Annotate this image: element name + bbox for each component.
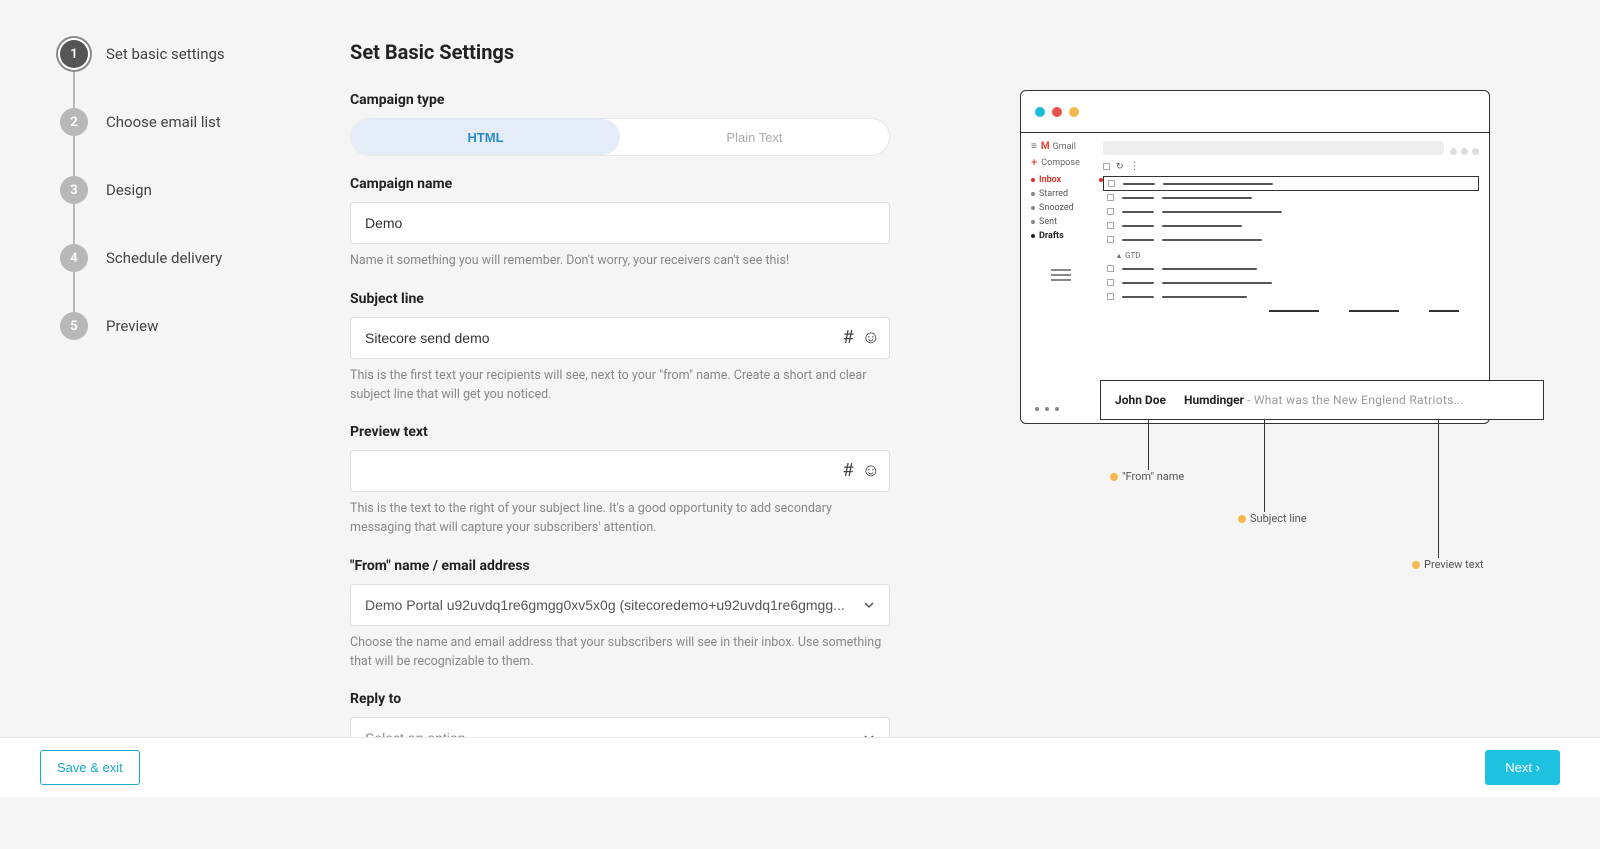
- mock-folder-inbox: Inbox: [1031, 175, 1103, 185]
- mock-email-row: [1103, 176, 1479, 191]
- from-helper: Choose the name and email address that y…: [350, 634, 890, 672]
- from-label: "From" name / email address: [350, 558, 890, 574]
- mock-email-row: [1103, 205, 1479, 219]
- campaign-name-input[interactable]: [350, 202, 890, 244]
- window-dot-icon: [1052, 107, 1062, 117]
- chevron-right-icon: ›: [1536, 760, 1540, 775]
- annotation-line: [1264, 420, 1265, 512]
- mock-window-titlebar: [1021, 91, 1489, 133]
- campaign-type-plain[interactable]: Plain Text: [620, 119, 889, 155]
- preview-text-label: Preview text: [350, 424, 890, 440]
- step-choose-email-list[interactable]: 2 Choose email list: [60, 108, 290, 176]
- mock-gtd-label: ▴GTD: [1117, 251, 1479, 260]
- mock-search-bar: [1103, 141, 1444, 155]
- next-button[interactable]: Next ›: [1485, 750, 1560, 785]
- annotation-preview-text: Preview text: [1412, 558, 1484, 571]
- hash-icon[interactable]: #: [843, 329, 854, 347]
- step-number: 3: [60, 176, 88, 204]
- hash-icon[interactable]: #: [843, 462, 854, 480]
- step-label: Schedule delivery: [106, 249, 222, 267]
- annotation-line: [1438, 420, 1439, 558]
- step-preview[interactable]: 5 Preview: [60, 312, 290, 340]
- campaign-type-toggle: HTML Plain Text: [350, 118, 890, 156]
- mock-email-row: [1103, 219, 1479, 233]
- gmail-logo: ≡ MGmail: [1031, 141, 1103, 152]
- step-design[interactable]: 3 Design: [60, 176, 290, 244]
- mock-compose: +Compose: [1031, 156, 1103, 169]
- mock-folder-drafts: Drafts: [1031, 231, 1103, 241]
- hamburger-icon: [1051, 269, 1071, 281]
- window-dot-icon: [1069, 107, 1079, 117]
- mock-toolbar: ↻⋮: [1103, 161, 1479, 172]
- email-preview-illustration: ≡ MGmail +Compose Inbox Starred Snoozed …: [950, 40, 1560, 759]
- step-basic-settings[interactable]: 1 Set basic settings: [60, 40, 290, 108]
- wizard-footer: Save & exit Next ›: [0, 737, 1600, 797]
- window-dot-icon: [1035, 107, 1045, 117]
- preview-text-helper: This is the text to the right of your su…: [350, 500, 890, 538]
- callout-preview: - What was the New Englend Ratriots...: [1247, 393, 1464, 407]
- step-number: 1: [60, 40, 88, 68]
- preview-text-input[interactable]: [350, 450, 890, 492]
- emoji-icon[interactable]: ☺: [862, 329, 880, 347]
- mock-email-row: [1103, 290, 1479, 304]
- step-number: 5: [60, 312, 88, 340]
- subject-line-input[interactable]: [350, 317, 890, 359]
- mock-folder-sent: Sent: [1031, 217, 1103, 227]
- mock-folder-snoozed: Snoozed: [1031, 203, 1103, 213]
- from-select[interactable]: Demo Portal u92uvdq1re6gmgg0xv5x0g (site…: [350, 584, 890, 626]
- mock-email-row: [1103, 262, 1479, 276]
- mock-email-row: [1103, 191, 1479, 205]
- mock-email-row: [1103, 233, 1479, 247]
- emoji-icon[interactable]: ☺: [862, 462, 880, 480]
- annotation-subject-line: Subject line: [1238, 512, 1307, 525]
- step-number: 4: [60, 244, 88, 272]
- campaign-name-helper: Name it something you will remember. Don…: [350, 252, 890, 271]
- step-label: Design: [106, 181, 152, 199]
- wizard-steps-sidebar: 1 Set basic settings 2 Choose email list…: [60, 40, 290, 759]
- callout-subject: Humdinger: [1184, 393, 1244, 407]
- page-title: Set Basic Settings: [350, 40, 890, 64]
- step-label: Set basic settings: [106, 45, 225, 63]
- step-label: Choose email list: [106, 113, 221, 131]
- campaign-type-label: Campaign type: [350, 92, 890, 108]
- subject-line-helper: This is the first text your recipients w…: [350, 367, 890, 405]
- step-number: 2: [60, 108, 88, 136]
- annotation-from-name: "From" name: [1110, 470, 1184, 483]
- step-schedule-delivery[interactable]: 4 Schedule delivery: [60, 244, 290, 312]
- campaign-type-html[interactable]: HTML: [351, 119, 620, 155]
- annotation-line: [1148, 420, 1149, 470]
- save-exit-button[interactable]: Save & exit: [40, 750, 140, 785]
- callout-from-name: John Doe: [1115, 393, 1166, 407]
- subject-line-label: Subject line: [350, 291, 890, 307]
- form-panel: Set Basic Settings Campaign type HTML Pl…: [350, 40, 890, 759]
- step-label: Preview: [106, 317, 158, 335]
- mock-folder-starred: Starred: [1031, 189, 1103, 199]
- email-callout: John Doe Humdinger - What was the New En…: [1100, 380, 1544, 420]
- mock-email-row: [1103, 276, 1479, 290]
- campaign-name-label: Campaign name: [350, 176, 890, 192]
- reply-to-label: Reply to: [350, 691, 890, 707]
